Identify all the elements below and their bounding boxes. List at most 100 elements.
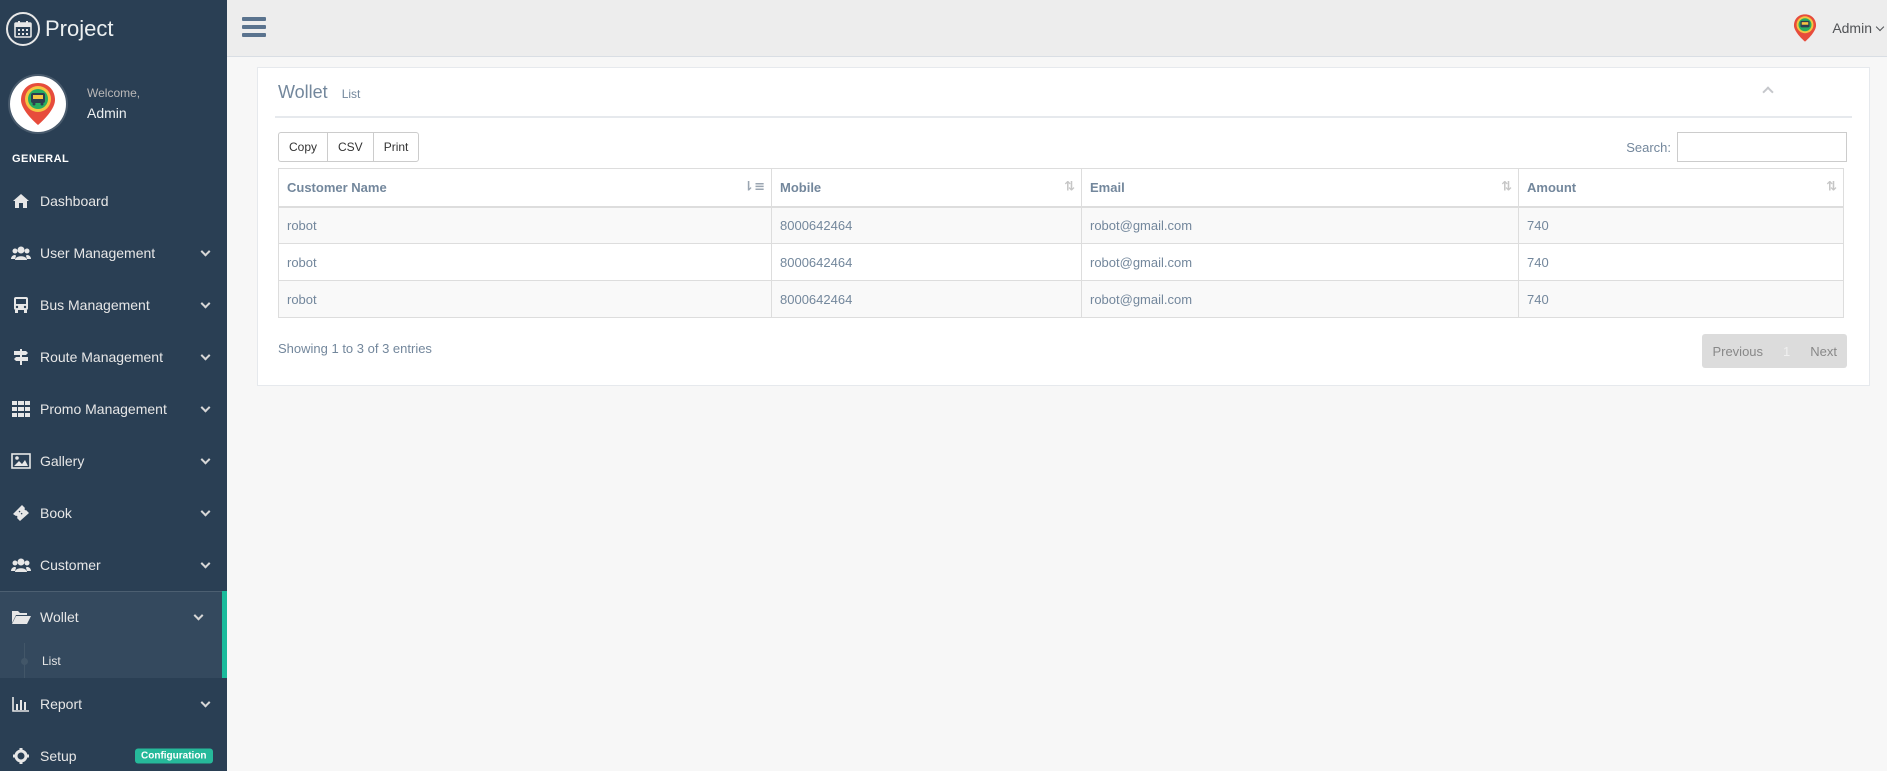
sidebar-item-setup[interactable]: Setup Configuration xyxy=(0,730,227,771)
table-header-row: Customer Name ⇂≡ Mobile ⇅ Email ⇅ Amount ⇅ xyxy=(278,168,1844,208)
chevron-down-icon xyxy=(1875,22,1885,31)
sidebar-item-label: Promo Management xyxy=(40,401,167,417)
copy-button[interactable]: Copy xyxy=(278,132,328,162)
sidebar-item-route-management[interactable]: Route Management xyxy=(0,331,227,383)
table-cell: robot@gmail.com xyxy=(1081,280,1519,318)
pagination: Previous 1 Next xyxy=(1702,334,1847,368)
chevron-down-icon xyxy=(200,350,211,361)
sidebar-item-label: Wollet xyxy=(40,609,79,625)
csv-button[interactable]: CSV xyxy=(327,132,373,162)
page-subtitle: List xyxy=(341,87,361,101)
sidebar-item-book[interactable]: Book xyxy=(0,487,227,539)
sidebar-item-label: Book xyxy=(40,505,72,521)
chevron-down-icon xyxy=(200,246,211,257)
sidebar-item-label: Customer xyxy=(40,557,101,573)
wollet-table: Customer Name ⇂≡ Mobile ⇅ Email ⇅ Amount ⇅ r… xyxy=(278,168,1844,318)
chevron-down-icon xyxy=(200,454,211,465)
table-toolbar: Copy CSV Print Search: xyxy=(275,132,1852,162)
search-label: Search: xyxy=(1626,139,1671,155)
sidebar-item-wollet[interactable]: Wollet xyxy=(0,591,227,643)
next-button[interactable]: Next xyxy=(1800,334,1847,368)
table-row[interactable]: robot 8000642464 robot@gmail.com 740 xyxy=(278,280,1844,318)
image-icon xyxy=(11,451,31,471)
column-header[interactable]: Customer Name ⇂≡ xyxy=(278,168,772,208)
grid-icon xyxy=(11,399,31,419)
table-row[interactable]: robot 8000642464 robot@gmail.com 740 xyxy=(278,243,1844,281)
table-info: Showing 1 to 3 of 3 entries xyxy=(278,341,432,356)
section-label: GENERAL xyxy=(12,153,70,165)
table-cell: 740 xyxy=(1518,243,1844,281)
bullet-icon xyxy=(21,657,28,665)
sidebar-item-label: Setup xyxy=(40,748,77,764)
sidebar-item-customer[interactable]: Customer xyxy=(0,539,227,591)
table-footer: Showing 1 to 3 of 3 entries Previous 1 N… xyxy=(275,326,1852,368)
sort-icon: ⇅ xyxy=(1826,179,1837,195)
table-cell: 8000642464 xyxy=(771,243,1082,281)
brand-title: Project xyxy=(45,15,114,41)
table-cell: robot xyxy=(278,280,772,318)
folder-open-icon xyxy=(11,607,31,627)
chevron-down-icon xyxy=(200,506,211,517)
table-row[interactable]: robot 8000642464 robot@gmail.com 740 xyxy=(278,206,1844,244)
bus-icon xyxy=(11,295,31,315)
configuration-badge: Configuration xyxy=(135,748,213,764)
sort-icon: ⇅ xyxy=(1501,179,1512,195)
sidebar-item-report[interactable]: Report xyxy=(0,678,227,730)
page-number[interactable]: 1 xyxy=(1773,334,1800,368)
sidebar: Project Welcome, Admin GENERAL Dashboard… xyxy=(0,0,227,771)
profile: Welcome, Admin xyxy=(0,57,227,150)
bar-chart-icon xyxy=(11,694,31,714)
column-header[interactable]: Email ⇅ xyxy=(1081,168,1519,208)
search: Search: xyxy=(1626,132,1847,162)
brand[interactable]: Project xyxy=(0,0,227,57)
table-cell: robot@gmail.com xyxy=(1081,206,1519,244)
welcome-text: Welcome, xyxy=(87,86,141,100)
signpost-icon xyxy=(11,347,31,367)
user-menu[interactable]: Admin xyxy=(1790,12,1887,44)
export-buttons: Copy CSV Print xyxy=(278,132,420,162)
sidebar-item-user-management[interactable]: User Management xyxy=(0,227,227,279)
chevron-down-icon xyxy=(200,402,211,413)
sidebar-item-dashboard[interactable]: Dashboard xyxy=(0,175,227,227)
table-cell: 8000642464 xyxy=(771,280,1082,318)
chevron-down-icon xyxy=(200,697,211,708)
chevron-down-icon xyxy=(200,298,211,309)
sidebar-item-label: Route Management xyxy=(40,349,163,365)
avatar xyxy=(10,75,66,132)
table-cell: 8000642464 xyxy=(771,206,1082,244)
sidebar-item-label: Bus Management xyxy=(40,297,150,313)
sidebar-item-promo-management[interactable]: Promo Management xyxy=(0,383,227,435)
sidebar-item-label: Report xyxy=(40,696,83,712)
menu-toggle-icon[interactable] xyxy=(242,17,266,37)
avatar xyxy=(1790,13,1820,43)
sidebar-item-gallery[interactable]: Gallery xyxy=(0,435,227,487)
sidebar-item-label: Gallery xyxy=(40,453,85,469)
sidebar-subitem-list[interactable]: List xyxy=(0,643,227,678)
table-cell: robot@gmail.com xyxy=(1081,243,1519,281)
print-button[interactable]: Print xyxy=(372,132,420,162)
sort-icon: ⇅ xyxy=(1064,179,1075,195)
sidebar-item-bus-management[interactable]: Bus Management xyxy=(0,279,227,331)
chevron-down-icon xyxy=(200,558,211,569)
users-icon xyxy=(11,243,31,263)
sidebar-subitem-label: List xyxy=(42,653,61,668)
profile-name: Admin xyxy=(87,105,127,121)
gear-icon xyxy=(11,746,31,766)
users-icon xyxy=(11,555,31,575)
panel-title: Wollet List xyxy=(275,68,1852,118)
sidebar-item-label: Dashboard xyxy=(40,193,109,209)
search-input[interactable] xyxy=(1677,132,1847,162)
table-cell: robot xyxy=(278,206,772,244)
column-header[interactable]: Amount ⇅ xyxy=(1518,168,1844,208)
previous-button[interactable]: Previous xyxy=(1702,334,1773,368)
sidebar-item-label: User Management xyxy=(40,245,156,261)
chevron-down-icon xyxy=(193,610,204,621)
column-header[interactable]: Mobile ⇅ xyxy=(771,168,1082,208)
home-icon xyxy=(11,191,31,211)
wollet-panel: Wollet List Copy CSV Print Search: Custo… xyxy=(257,67,1870,386)
ticket-icon xyxy=(11,503,31,523)
sidebar-menu: Dashboard User Management Bus Management… xyxy=(0,175,227,771)
chevron-up-icon[interactable] xyxy=(1762,86,1774,98)
sort-asc-icon: ⇂≡ xyxy=(743,179,765,195)
table-cell: robot xyxy=(278,243,772,281)
